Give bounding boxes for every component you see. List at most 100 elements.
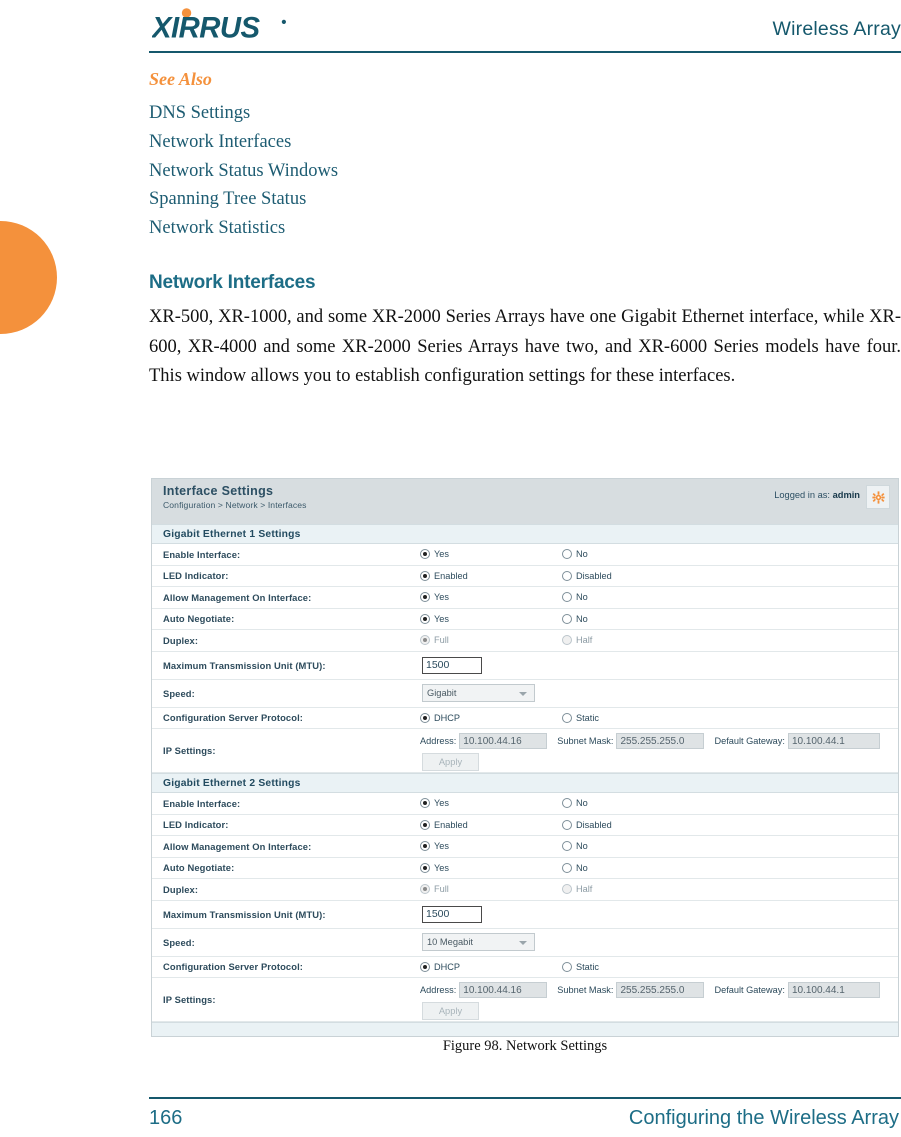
radio-label: Half: [576, 635, 593, 646]
radio-dot-icon: [420, 712, 430, 723]
radio-led-indicator-2-disabled[interactable]: Disabled: [562, 819, 612, 830]
label-mtu-2: Maximum Transmission Unit (MTU):: [163, 908, 326, 920]
radio-auto-negotiate-1-no[interactable]: No: [562, 613, 588, 624]
radio-allow-management-1-no[interactable]: No: [562, 592, 588, 603]
radio-dot-icon: [562, 862, 572, 873]
label-config-server-protocol-1: Configuration Server Protocol:: [163, 712, 303, 724]
label-address-1: Address:: [420, 736, 457, 746]
subnet-mask-input-1[interactable]: 255.255.255.0: [616, 733, 705, 749]
radio-dot-icon: [562, 635, 572, 646]
label-speed-2: Speed:: [163, 936, 195, 948]
radio-dot-icon: [562, 592, 572, 603]
row-led-indicator-1: LED Indicator: Enabled Disabled: [152, 566, 898, 587]
see-also-link-spanning-tree-status[interactable]: Spanning Tree Status: [149, 185, 649, 214]
page-section-heading: Network Interfaces: [149, 272, 316, 293]
radio-duplex-2-full: Full: [420, 884, 562, 895]
see-also-list: DNS Settings Network Interfaces Network …: [149, 99, 649, 243]
page-body-paragraph: XR-500, XR-1000, and some XR-2000 Series…: [149, 307, 901, 386]
radio-label: DHCP: [434, 961, 461, 972]
gear-button[interactable]: [866, 485, 890, 509]
default-gateway-input-1[interactable]: 10.100.44.1: [787, 733, 880, 749]
label-config-server-protocol-2: Configuration Server Protocol:: [163, 961, 303, 973]
label-auto-negotiate-2: Auto Negotiate:: [163, 862, 235, 874]
radio-protocol-1-static[interactable]: Static: [562, 712, 599, 723]
radio-dot-icon: [562, 712, 572, 723]
radio-auto-negotiate-2-yes[interactable]: Yes: [420, 862, 562, 873]
radio-label: Enabled: [434, 570, 468, 581]
label-led-indicator-2: LED Indicator:: [163, 819, 229, 831]
address-input-2[interactable]: 10.100.44.16: [459, 982, 548, 998]
header-divider: [149, 51, 901, 53]
radio-dot-icon: [562, 549, 572, 560]
subnet-mask-input-2[interactable]: 255.255.255.0: [616, 982, 705, 998]
row-auto-negotiate-1: Auto Negotiate: Yes No: [152, 609, 898, 630]
radio-enable-interface-2-yes[interactable]: Yes: [420, 798, 562, 809]
apply-button-2[interactable]: Apply: [422, 1002, 479, 1020]
radio-dot-icon: [420, 549, 430, 560]
radio-label: DHCP: [434, 712, 461, 723]
interface-settings-window: Interface Settings Configuration > Netwo…: [151, 478, 899, 1037]
window-titlebar: Interface Settings Configuration > Netwo…: [152, 479, 898, 524]
radio-dot-icon: [562, 570, 572, 581]
label-allow-management-1: Allow Management On Interface:: [163, 591, 312, 603]
radio-protocol-2-static[interactable]: Static: [562, 961, 599, 972]
radio-protocol-1-dhcp[interactable]: DHCP: [420, 712, 562, 723]
radio-dot-icon: [420, 819, 430, 830]
login-status: Logged in as: admin: [774, 490, 860, 500]
see-also-link-network-interfaces[interactable]: Network Interfaces: [149, 128, 649, 157]
radio-label: No: [576, 549, 588, 560]
radio-auto-negotiate-1-yes[interactable]: Yes: [420, 613, 562, 624]
radio-label: Yes: [434, 841, 449, 852]
page-header: XIRRUS Wireless Array: [149, 4, 901, 52]
label-auto-negotiate-1: Auto Negotiate:: [163, 613, 235, 625]
label-default-gateway-2: Default Gateway:: [714, 985, 785, 995]
radio-label: Half: [576, 884, 593, 895]
row-duplex-1: Duplex: Full Half: [152, 630, 898, 652]
label-default-gateway-1: Default Gateway:: [714, 736, 785, 746]
radio-led-indicator-1-enabled[interactable]: Enabled: [420, 570, 562, 581]
radio-led-indicator-1-disabled[interactable]: Disabled: [562, 570, 612, 581]
label-enable-interface-1: Enable Interface:: [163, 548, 241, 560]
label-ip-settings-2: IP Settings:: [163, 994, 216, 1005]
see-also-link-network-status-windows[interactable]: Network Status Windows: [149, 157, 649, 186]
radio-protocol-2-dhcp[interactable]: DHCP: [420, 961, 562, 972]
section-band-gigabit-ethernet-2: Gigabit Ethernet 2 Settings: [152, 773, 898, 793]
address-input-1[interactable]: 10.100.44.16: [459, 733, 548, 749]
mtu-input-2[interactable]: 1500: [422, 905, 482, 923]
speed-select-1[interactable]: Gigabit: [422, 684, 535, 702]
radio-auto-negotiate-2-no[interactable]: No: [562, 862, 588, 873]
radio-dot-icon: [562, 613, 572, 624]
label-duplex-1: Duplex:: [163, 634, 199, 646]
radio-dot-icon: [420, 613, 430, 624]
radio-label: No: [576, 841, 588, 852]
radio-label: No: [576, 798, 588, 809]
radio-dot-icon: [562, 819, 572, 830]
radio-enable-interface-1-no[interactable]: No: [562, 549, 588, 560]
apply-button-1[interactable]: Apply: [422, 753, 479, 771]
xirrus-logo: XIRRUS: [152, 8, 286, 42]
row-duplex-2: Duplex: Full Half: [152, 879, 898, 901]
radio-duplex-2-half: Half: [562, 884, 593, 895]
see-also-link-network-statistics[interactable]: Network Statistics: [149, 214, 649, 243]
default-gateway-input-2[interactable]: 10.100.44.1: [787, 982, 880, 998]
radio-enable-interface-1-yes[interactable]: Yes: [420, 549, 562, 560]
see-also-link-dns-settings[interactable]: DNS Settings: [149, 99, 649, 128]
radio-label: No: [576, 613, 588, 624]
label-subnet-mask-1: Subnet Mask:: [557, 736, 614, 746]
radio-allow-management-2-no[interactable]: No: [562, 841, 588, 852]
radio-dot-icon: [420, 570, 430, 581]
radio-led-indicator-2-enabled[interactable]: Enabled: [420, 819, 562, 830]
radio-allow-management-1-yes[interactable]: Yes: [420, 592, 562, 603]
speed-select-2[interactable]: 10 Megabit: [422, 933, 535, 951]
chevron-down-icon: [519, 941, 527, 945]
row-speed-1: Speed: Gigabit: [152, 680, 898, 708]
radio-enable-interface-2-no[interactable]: No: [562, 798, 588, 809]
radio-label: No: [576, 862, 588, 873]
label-address-2: Address:: [420, 985, 457, 995]
radio-label: Disabled: [576, 819, 612, 830]
row-enable-interface-2: Enable Interface: Yes No: [152, 793, 898, 815]
footer-page-number: 166: [149, 1107, 183, 1129]
mtu-input-1[interactable]: 1500: [422, 656, 482, 674]
radio-allow-management-2-yes[interactable]: Yes: [420, 841, 562, 852]
radio-dot-icon: [420, 635, 430, 646]
